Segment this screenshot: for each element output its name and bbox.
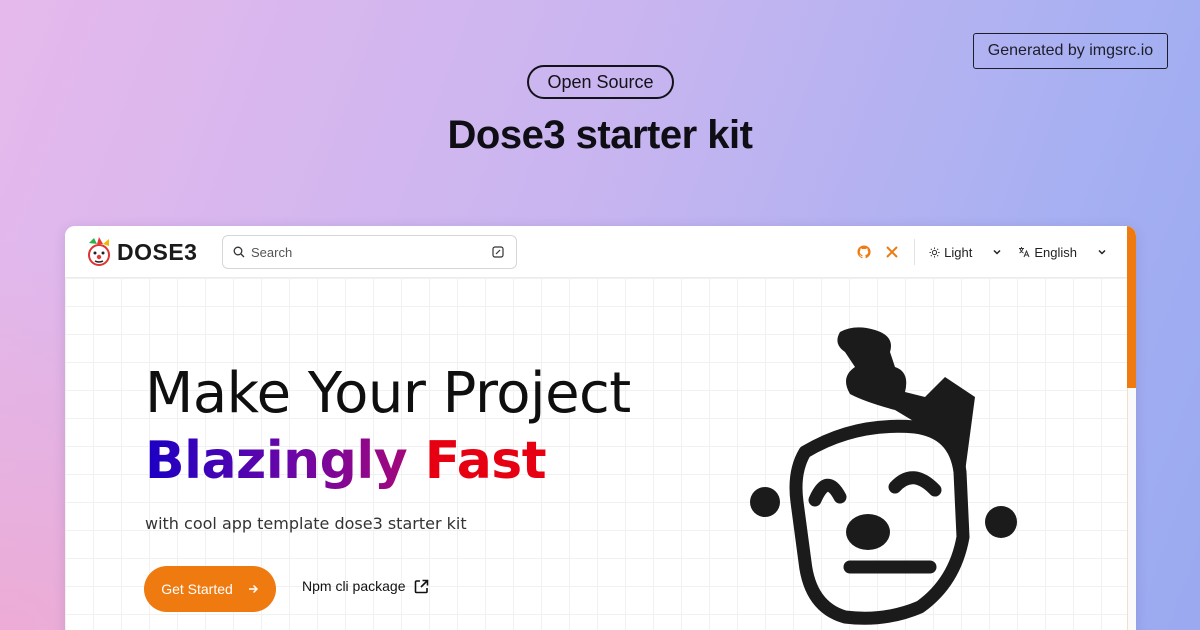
theme-dropdown[interactable]: Light bbox=[929, 245, 1002, 260]
chevron-down-icon bbox=[993, 249, 1001, 255]
search-icon bbox=[233, 246, 245, 258]
get-started-label: Get Started bbox=[161, 581, 233, 597]
hero-word-blazingly: Blazingly bbox=[145, 431, 408, 491]
npm-package-link[interactable]: Npm cli package bbox=[302, 578, 429, 594]
translate-icon bbox=[1019, 247, 1030, 258]
search-placeholder: Search bbox=[251, 244, 293, 260]
keyboard-shortcut-icon bbox=[492, 246, 504, 258]
theme-label: Light bbox=[944, 244, 973, 260]
arrow-right-icon bbox=[248, 584, 258, 594]
search-input[interactable]: Search bbox=[222, 235, 517, 269]
scrollbar-thumb[interactable] bbox=[1127, 226, 1136, 388]
scrollbar[interactable] bbox=[1127, 226, 1136, 630]
navbar: DOSE3 Search Light English bbox=[65, 226, 1127, 278]
chevron-down-icon bbox=[1098, 249, 1106, 255]
external-link-icon bbox=[414, 579, 428, 593]
open-source-pill: Open Source bbox=[527, 65, 674, 99]
generated-by-badge[interactable]: Generated by imgsrc.io bbox=[973, 33, 1168, 69]
brand[interactable]: DOSE3 bbox=[85, 237, 197, 267]
hero-headline: Make Your Project bbox=[145, 361, 631, 426]
navbar-divider bbox=[914, 239, 916, 265]
hero-headline-accent: Blazingly Fast bbox=[145, 431, 547, 491]
brand-logo-icon bbox=[88, 237, 110, 266]
hero-word-fast: Fast bbox=[424, 431, 547, 491]
npm-package-label: Npm cli package bbox=[302, 578, 406, 594]
navbar-actions: Light English bbox=[844, 226, 1107, 278]
app-screenshot-window: DOSE3 Search Light English Make Your Pro… bbox=[65, 226, 1136, 630]
brand-name: DOSE3 bbox=[117, 238, 198, 265]
clown-mascot-illustration bbox=[750, 327, 1017, 625]
hero-subtitle: with cool app template dose3 starter kit bbox=[145, 514, 467, 533]
get-started-button[interactable]: Get Started bbox=[144, 566, 276, 612]
language-dropdown[interactable]: English bbox=[1018, 245, 1107, 260]
page-title: Dose3 starter kit bbox=[447, 113, 753, 157]
sun-icon bbox=[929, 246, 940, 258]
github-icon[interactable] bbox=[856, 244, 872, 260]
language-label: English bbox=[1034, 244, 1077, 260]
x-icon[interactable] bbox=[884, 244, 900, 260]
